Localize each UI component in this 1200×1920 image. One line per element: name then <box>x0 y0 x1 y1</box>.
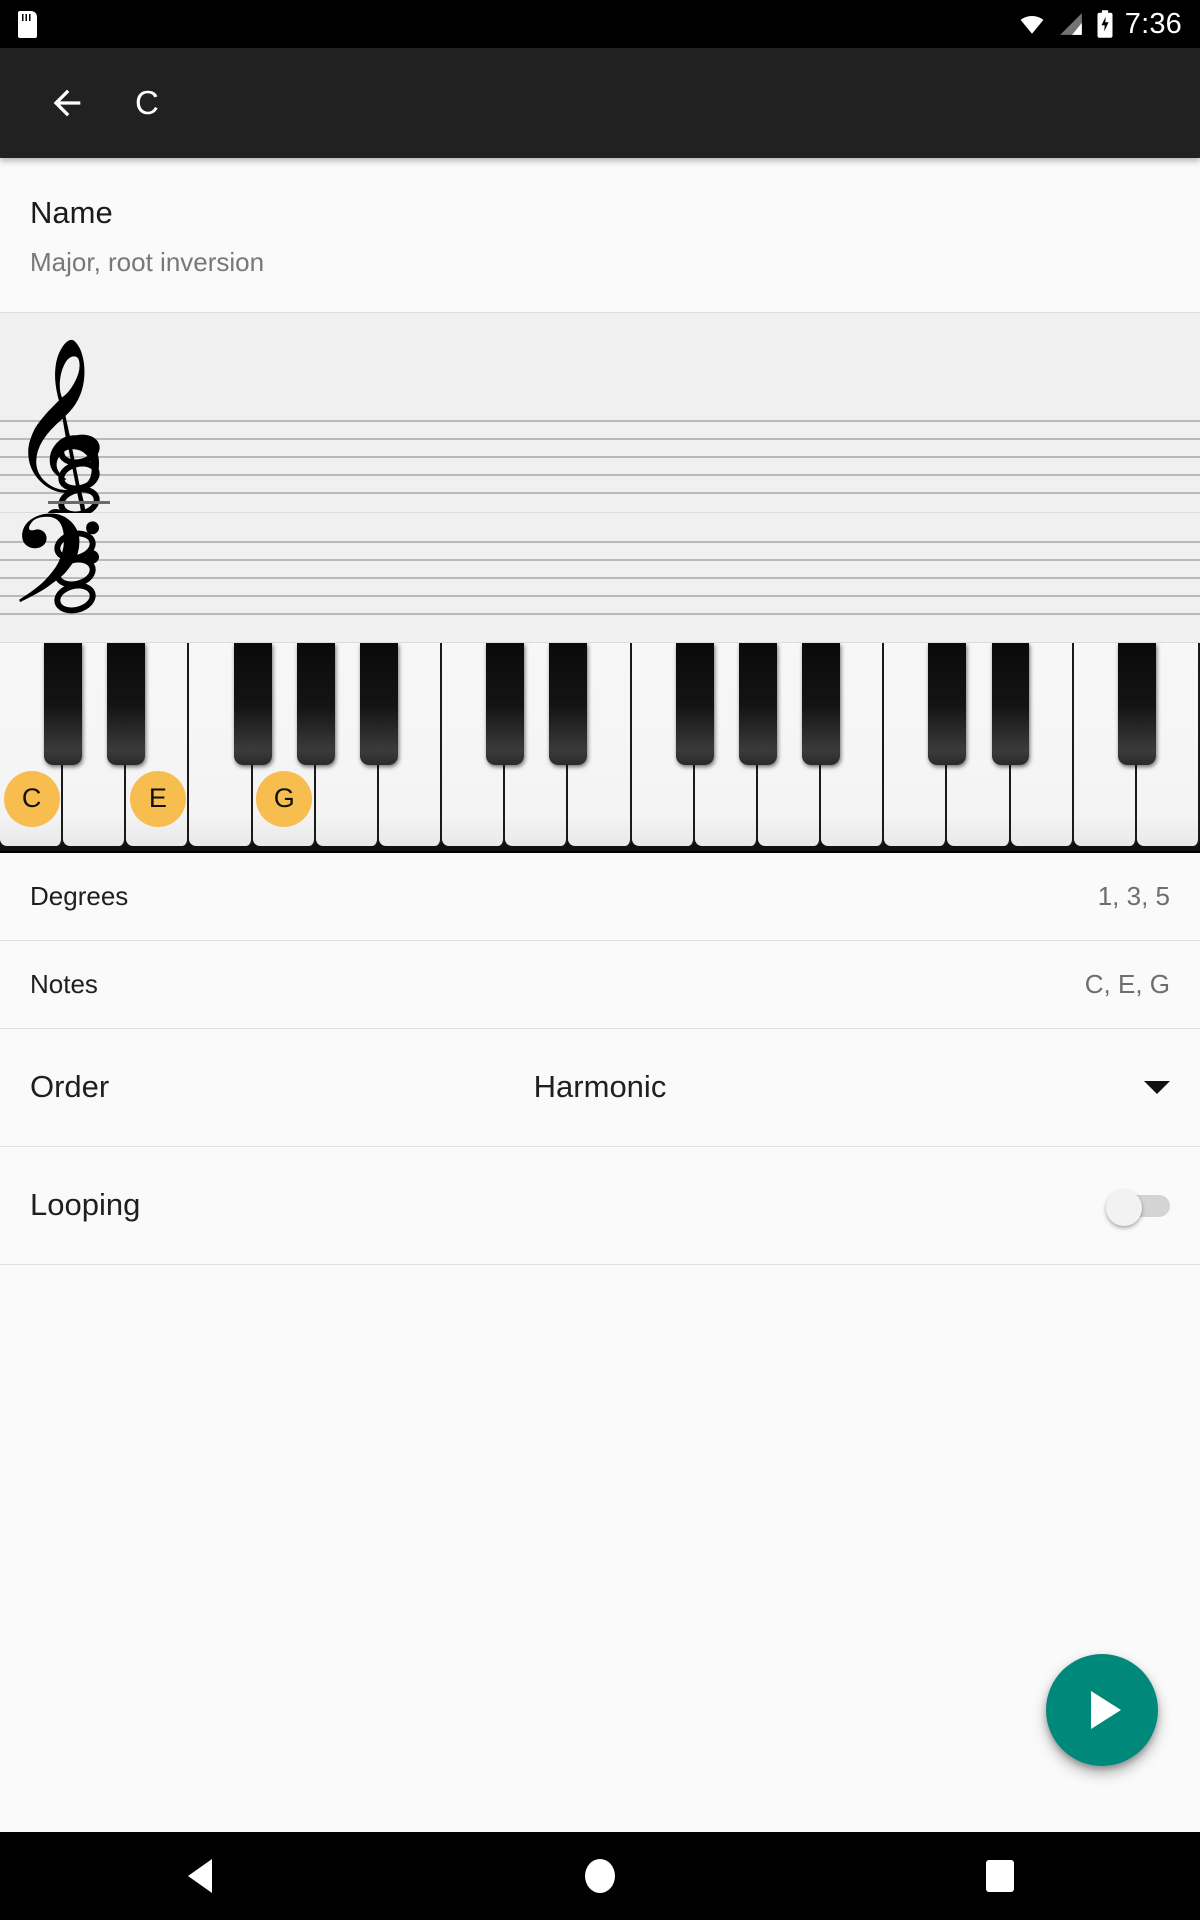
piano-black-key-Dsharp[interactable] <box>991 642 1030 765</box>
chevron-down-icon[interactable] <box>1144 1080 1170 1094</box>
nav-home-icon <box>585 1859 615 1893</box>
row-degrees[interactable]: Degrees 1, 3, 5 <box>0 852 1200 941</box>
app-screen: 7:36 C Name Major, root inversion 𝄞 𝄢 C … <box>0 0 1200 1920</box>
looping-toggle-thumb <box>1106 1190 1142 1227</box>
android-nav-bar <box>0 1832 1200 1920</box>
piano-black-key-Asharp[interactable] <box>802 642 840 765</box>
piano-key-marker-G[interactable]: G <box>256 770 313 827</box>
order-selected-value[interactable]: Harmonic <box>534 1069 667 1105</box>
cell-signal-icon <box>1059 13 1082 35</box>
status-bar-clock: 7:36 <box>1124 7 1182 40</box>
sdcard-icon <box>18 10 37 38</box>
app-toolbar: C <box>0 48 1200 158</box>
degrees-value: 1, 3, 5 <box>1097 880 1170 911</box>
piano-black-key-Csharp[interactable] <box>928 642 967 765</box>
piano-key-marker-E[interactable]: E <box>129 770 186 827</box>
play-fab-button[interactable] <box>1046 1654 1158 1766</box>
piano-keyboard[interactable]: CEG <box>0 642 1200 853</box>
order-label: Order <box>30 1069 110 1105</box>
degrees-label: Degrees <box>30 880 129 911</box>
battery-charging-icon <box>1097 10 1113 38</box>
back-button[interactable] <box>38 74 96 132</box>
notes-label: Notes <box>30 968 98 999</box>
piano-black-key-Gsharp[interactable] <box>738 642 777 765</box>
piano-black-key-Csharp[interactable] <box>486 642 525 765</box>
looping-label: Looping <box>30 1187 141 1223</box>
looping-toggle[interactable] <box>1106 1190 1170 1227</box>
name-section[interactable]: Name Major, root inversion <box>0 158 1200 313</box>
piano-black-key-Gsharp[interactable] <box>296 642 335 765</box>
name-value: Major, root inversion <box>30 246 265 277</box>
piano-black-key-Csharp[interactable] <box>44 642 83 765</box>
page-title: C <box>135 84 159 121</box>
status-bar-right: 7:36 <box>1017 8 1182 41</box>
piano-black-key-Dsharp[interactable] <box>549 642 588 765</box>
nav-recents-icon <box>986 1860 1014 1892</box>
bass-staff-section[interactable]: 𝄢 <box>0 501 1200 651</box>
content-filler <box>0 1264 1200 1832</box>
name-label: Name <box>30 195 113 230</box>
piano-black-key-Fsharp[interactable] <box>675 642 714 765</box>
nav-back-button[interactable] <box>140 1832 260 1920</box>
row-looping[interactable]: Looping <box>0 1146 1200 1265</box>
nav-back-icon <box>188 1859 212 1893</box>
nav-recents-button[interactable] <box>940 1832 1060 1920</box>
piano-black-key-Asharp[interactable] <box>360 642 398 765</box>
status-bar: 7:36 <box>0 0 1200 48</box>
arrow-back-icon <box>53 89 81 117</box>
treble-staff-section[interactable]: 𝄞 <box>0 312 1200 522</box>
piano-black-key-Fsharp[interactable] <box>233 642 272 765</box>
piano-black-key-Dsharp[interactable] <box>107 642 146 765</box>
row-order[interactable]: Order Harmonic <box>0 1028 1200 1147</box>
piano-black-key-Fsharp[interactable] <box>1117 642 1156 765</box>
play-icon <box>1091 1691 1121 1729</box>
piano-key-marker-C[interactable]: C <box>3 770 60 827</box>
row-notes[interactable]: Notes C, E, G <box>0 940 1200 1029</box>
notes-value: C, E, G <box>1084 968 1170 999</box>
wifi-icon <box>1020 15 1044 34</box>
status-bar-left <box>18 10 37 38</box>
nav-home-button[interactable] <box>540 1832 660 1920</box>
